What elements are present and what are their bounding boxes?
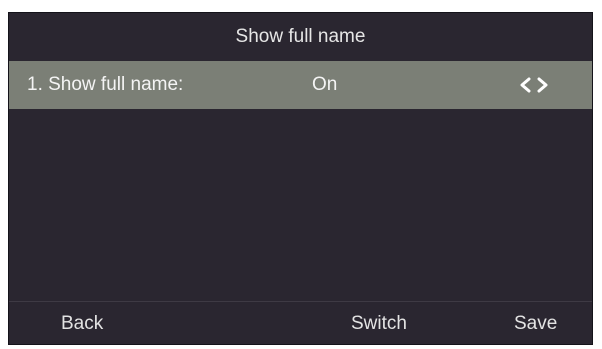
switch-button[interactable]: Switch xyxy=(351,313,407,335)
setting-value[interactable]: On xyxy=(312,74,337,96)
setting-show-full-name[interactable]: 1. Show full name: On xyxy=(9,61,592,109)
page-title-text: Show full name xyxy=(235,26,366,47)
back-button[interactable]: Back xyxy=(61,313,103,335)
page-title: Show full name xyxy=(9,13,592,61)
left-arrow-icon[interactable] xyxy=(519,77,531,93)
phone-screen: Show full name 1. Show full name: On Bac… xyxy=(8,12,593,345)
softkey-bar: Back Switch Save xyxy=(9,302,592,345)
save-button[interactable]: Save xyxy=(514,313,557,335)
left-right-arrows-icon[interactable] xyxy=(519,77,549,93)
setting-label: 1. Show full name: xyxy=(27,74,184,95)
right-arrow-icon[interactable] xyxy=(537,77,549,93)
